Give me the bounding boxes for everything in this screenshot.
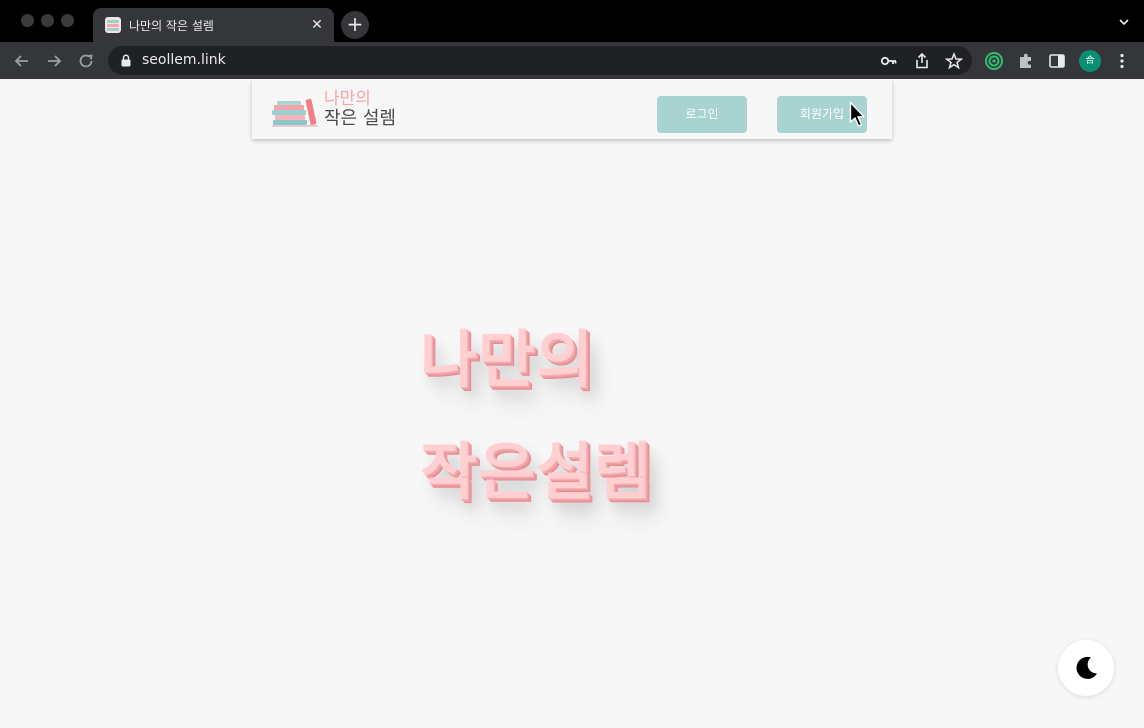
bookmark-star-icon[interactable] xyxy=(945,52,963,70)
window-close-control[interactable] xyxy=(21,14,34,27)
dark-mode-toggle-button[interactable] xyxy=(1058,640,1114,696)
browser-toolbar: seollem.link xyxy=(0,42,1144,79)
moon-icon xyxy=(1076,656,1097,679)
site-logo[interactable]: 나만의 작은 설렘 xyxy=(272,89,412,131)
side-panel-icon[interactable] xyxy=(1047,51,1067,71)
forward-arrow-icon[interactable] xyxy=(44,51,64,71)
browser-tab-strip: 나만의 작은 설렘 ✕ + xyxy=(0,0,1144,42)
logo-title-line2: 작은 설렘 xyxy=(324,108,396,129)
reload-icon[interactable] xyxy=(76,51,96,71)
key-icon[interactable] xyxy=(880,52,898,70)
tab-title: 나만의 작은 설렘 xyxy=(129,19,214,33)
profile-avatar[interactable]: 合 xyxy=(1079,50,1101,72)
site-favicon-icon xyxy=(105,17,121,33)
more-menu-icon[interactable] xyxy=(1112,51,1132,71)
back-arrow-icon[interactable] xyxy=(12,51,32,71)
stacked-books-icon xyxy=(272,98,318,127)
new-tab-button[interactable]: + xyxy=(341,11,369,39)
share-icon[interactable] xyxy=(913,52,931,70)
window-minimize-control[interactable] xyxy=(41,14,54,27)
browser-tab-active[interactable]: 나만의 작은 설렘 ✕ xyxy=(93,8,334,42)
window-zoom-control[interactable] xyxy=(61,14,74,27)
hero-title-line2: 작은설렘 xyxy=(420,435,653,508)
address-url[interactable]: seollem.link xyxy=(142,52,226,68)
tab-close-icon[interactable]: ✕ xyxy=(308,16,326,34)
lock-icon[interactable] xyxy=(120,54,132,67)
hero-title-line1: 나만의 xyxy=(420,323,595,396)
logo-title-line1: 나만의 xyxy=(324,89,371,109)
extensions-puzzle-icon[interactable] xyxy=(1016,51,1036,71)
hero-title: 나만의 작은설렘 xyxy=(420,304,652,528)
extension-target-icon[interactable] xyxy=(984,51,1004,71)
mouse-pointer-icon xyxy=(849,101,865,127)
address-bar[interactable]: seollem.link xyxy=(108,46,972,75)
site-header: 나만의 작은 설렘 로그인 회원가입 xyxy=(252,79,892,139)
tab-search-chevron-icon[interactable] xyxy=(1118,16,1130,28)
login-button[interactable]: 로그인 xyxy=(657,96,747,133)
page-viewport: 나만의 작은 설렘 로그인 회원가입 나만의 작은설렘 xyxy=(0,79,1144,728)
